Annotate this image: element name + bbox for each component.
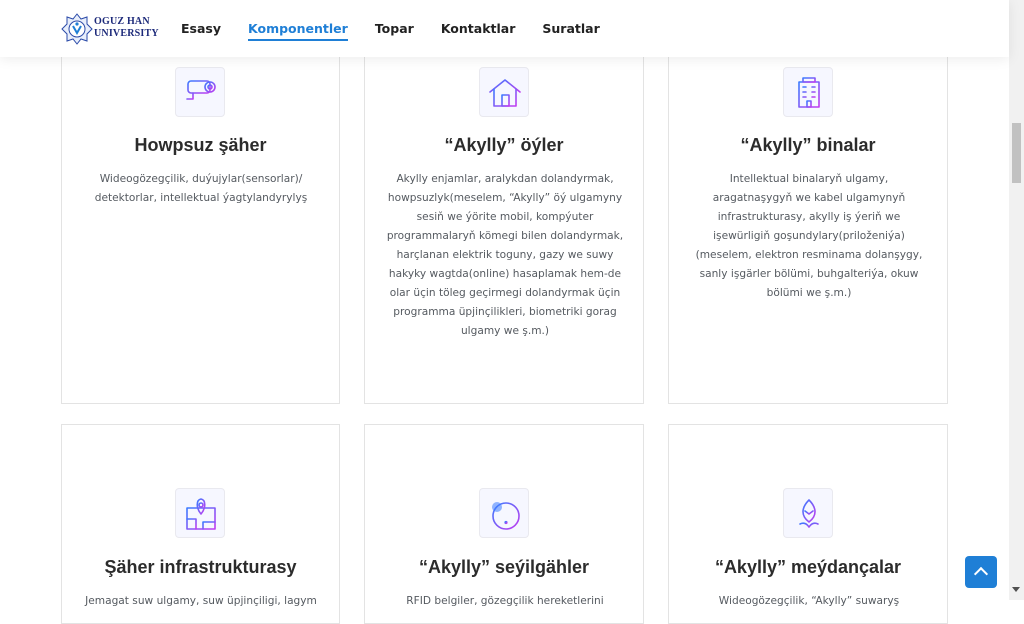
- logo-text-line1: OGUZ HAN: [94, 16, 150, 27]
- main-nav: Esasy Komponentler Topar Kontaktlar Sura…: [181, 0, 627, 57]
- security-camera-icon: [185, 80, 216, 104]
- site-header: OGUZ HAN UNIVERSITY Esasy Komponentler T…: [0, 0, 1009, 57]
- card-title: “Akylly” binalar: [740, 135, 876, 155]
- card-icon-box: [175, 488, 225, 538]
- logo-text-line2: UNIVERSITY: [94, 28, 159, 39]
- nav-topar[interactable]: Topar: [375, 0, 414, 57]
- nav-suratlar[interactable]: Suratlar: [542, 0, 599, 57]
- card-title: “Akylly” öýler: [444, 135, 564, 155]
- card-title: Şäher infrastrukturasy: [104, 557, 297, 577]
- card-akylly-binalar: “Akylly” binalar Intellektual binalaryň …: [668, 37, 948, 404]
- card-icon-box: [479, 67, 529, 117]
- card-icon-box: [479, 488, 529, 538]
- nav-esasy[interactable]: Esasy: [181, 0, 221, 57]
- card-akylly-seyilgahler: “Akylly” seýilgähler RFID belgiler, göze…: [364, 424, 644, 624]
- smart-home-icon: [489, 79, 521, 107]
- card-icon-box: [175, 67, 225, 117]
- card-description: Wideogözegçilik, duýujylar(sensorlar)/ d…: [94, 173, 308, 204]
- card-akylly-meydancalar: “Akylly” meýdançalar Wideogözegçilik, “A…: [668, 424, 948, 624]
- leaf-icon: [799, 499, 819, 530]
- scrollbar-thumb[interactable]: [1012, 123, 1021, 183]
- vertical-scrollbar[interactable]: [1009, 0, 1024, 600]
- city-map-icon: [186, 498, 216, 530]
- logo-emblem-icon: [61, 13, 93, 45]
- university-logo[interactable]: OGUZ HAN UNIVERSITY: [61, 13, 161, 45]
- card-icon-box: [783, 67, 833, 117]
- card-title: Howpsuz şäher: [134, 135, 267, 155]
- card-description: Akylly enjamlar, aralykdan dolandyrmak, …: [386, 173, 624, 337]
- smart-park-icon: [492, 502, 520, 530]
- card-description: Intellektual binalaryň ulgamy, aragatnaş…: [695, 173, 923, 299]
- card-saher-infrastrukturasy: Şäher infrastrukturasy Jemagat suw ulgam…: [61, 424, 340, 624]
- chevron-up-icon: [973, 566, 989, 582]
- smart-building-icon: [794, 77, 824, 108]
- card-title: “Akylly” meýdançalar: [714, 557, 902, 577]
- card-description: RFID belgiler, gözegçilik hereketlerini: [406, 595, 604, 607]
- card-description: Wideogözegçilik, “Akylly” suwaryş: [718, 595, 900, 607]
- card-howpsuz-saher: Howpsuz şäher Wideogözegçilik, duýujylar…: [61, 37, 340, 404]
- card-icon-box: [783, 488, 833, 538]
- card-akylly-oyler: “Akylly” öýler Akylly enjamlar, aralykda…: [364, 37, 644, 404]
- back-to-top-button[interactable]: [965, 556, 997, 588]
- scroll-down-arrow-icon[interactable]: [1012, 587, 1020, 592]
- nav-komponentler[interactable]: Komponentler: [248, 0, 348, 57]
- card-title: “Akylly” seýilgähler: [418, 557, 590, 577]
- nav-kontaktlar[interactable]: Kontaktlar: [441, 0, 516, 57]
- card-description: Jemagat suw ulgamy, suw üpjinçiligi, lag…: [85, 595, 317, 607]
